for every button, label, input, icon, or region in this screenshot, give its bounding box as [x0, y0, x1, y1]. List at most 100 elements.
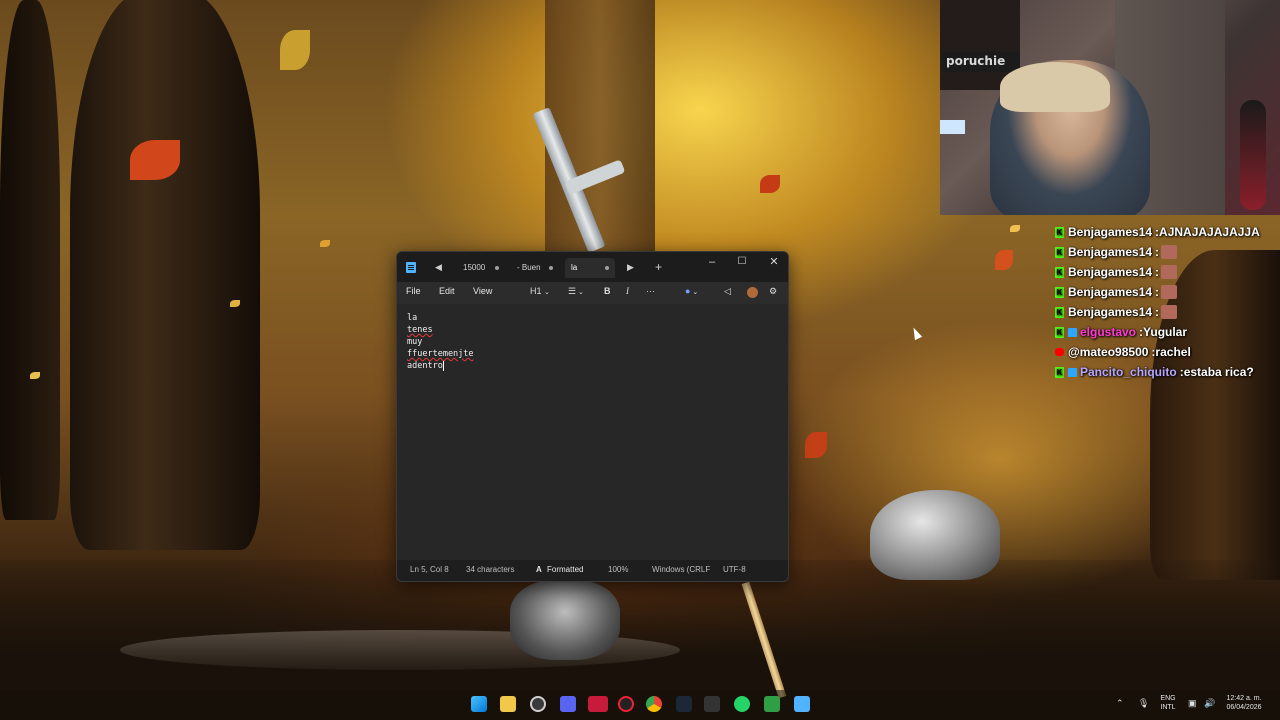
chat-message: K Pancito_chiquito: estaba rica?: [1055, 362, 1280, 382]
wallpaper-leaf: [230, 300, 240, 307]
chat-message: K Benjagames14:: [1055, 242, 1280, 262]
chat-username: Benjagames14: [1068, 305, 1153, 319]
tab-label: 15000: [463, 263, 486, 272]
chat-separator: :: [1155, 305, 1160, 319]
editor-line-text: la: [407, 313, 418, 323]
chat-text: rachel: [1155, 345, 1191, 359]
line-ending[interactable]: Windows (CRLF: [652, 565, 710, 574]
clock[interactable]: 12:42 a. m. 06/04/2026: [1220, 695, 1268, 711]
wallpaper-tree-trunk-left: [70, 0, 260, 550]
tray-chevron-up-icon[interactable]: ⌃: [1116, 698, 1124, 709]
kick-badge-icon: K: [1055, 326, 1064, 338]
copilot-icon[interactable]: ● ⌄: [685, 286, 698, 296]
tab-scroll-left-icon[interactable]: ◀: [435, 260, 442, 274]
language-indicator[interactable]: ENG INTL: [1156, 695, 1180, 711]
chat-overlay: K Benjagames14: AJNAJAJAJAJJA K Benjagames1…: [1055, 222, 1280, 382]
tab-label: - Buen: [517, 263, 541, 272]
tab-label: la: [571, 263, 578, 272]
unsaved-dot-icon: [495, 266, 499, 270]
editor-line-text: ffuertemenjte: [407, 349, 474, 359]
chat-emote-icon: [1161, 245, 1178, 259]
obs-icon[interactable]: [530, 696, 546, 712]
menu-file[interactable]: File: [406, 286, 421, 296]
language-code: ENG: [1160, 695, 1176, 702]
moderator-badge-icon: [1068, 327, 1077, 337]
wallpaper-knight-helmet: [870, 490, 1000, 580]
clock-time: 12:42 a. m.: [1226, 695, 1262, 702]
chat-message: K Benjagames14:: [1055, 262, 1280, 282]
chat-separator: :: [1155, 285, 1160, 299]
character-count: 34 characters: [466, 565, 515, 574]
chat-separator: :: [1155, 245, 1160, 259]
menu-edit[interactable]: Edit: [439, 286, 455, 296]
chat-message: Kelgustavo: Yugular: [1055, 322, 1280, 342]
chat-username: Pancito_chiquito: [1080, 365, 1177, 379]
webcam-lamp: [940, 120, 965, 134]
wallpaper-leaf: [760, 175, 780, 193]
app-icon-green[interactable]: [764, 696, 780, 712]
recording-app-icon[interactable]: [618, 696, 634, 712]
wallpaper-leaf: [1010, 225, 1020, 232]
discord-icon[interactable]: [560, 696, 576, 712]
wallpaper-leaf: [30, 372, 40, 379]
chat-username: Benjagames14: [1068, 265, 1153, 279]
new-tab-plus-icon[interactable]: +: [655, 260, 662, 274]
menu-view[interactable]: View: [473, 286, 492, 296]
webcam-overlay: poruchie: [940, 0, 1280, 215]
moderator-badge-icon: [1068, 367, 1077, 377]
italic-icon[interactable]: I: [626, 286, 629, 296]
editor-line: ffuertemenjte: [407, 348, 778, 360]
unsaved-dot-icon: [549, 266, 553, 270]
tab-scroll-right-icon[interactable]: ▶: [627, 260, 634, 274]
file-explorer-icon[interactable]: [500, 696, 516, 712]
webcam-sign: poruchie: [942, 52, 1020, 72]
editor-line-text: tenes: [407, 325, 433, 335]
wallpaper-leaf: [320, 240, 330, 247]
tab-2[interactable]: - Buen: [511, 258, 559, 278]
chat-message: K Benjagames14: AJNAJAJAJAJJA: [1055, 222, 1280, 242]
cursor-position[interactable]: Ln 5, Col 8: [410, 565, 449, 574]
steam-icon[interactable]: [676, 696, 692, 712]
windows-start-icon[interactable]: [471, 696, 487, 712]
chat-text: AJNAJAJAJAJJA: [1159, 225, 1260, 239]
chat-emote-icon: [1161, 305, 1178, 319]
kick-badge-icon: K: [1055, 306, 1064, 318]
notepad-window[interactable]: ◀ 15000 - Buen la ▶ + – ☐ ✕ File Edit Vi…: [396, 251, 789, 582]
voicemod-icon[interactable]: [588, 696, 608, 712]
kick-badge-icon: K: [1055, 286, 1064, 298]
notepad-taskbar-icon[interactable]: [794, 696, 810, 712]
text-editor-area[interactable]: la tenes muy ffuertemenjte adentro: [397, 304, 788, 562]
chrome-icon[interactable]: [646, 696, 662, 712]
title-bar[interactable]: ◀ 15000 - Buen la ▶ + – ☐ ✕: [397, 252, 788, 282]
kick-badge-icon: K: [1055, 266, 1064, 278]
editor-line-text: adentro: [407, 361, 443, 371]
wallpaper-leaf: [805, 432, 827, 458]
format-a-icon: A: [536, 565, 542, 574]
profile-avatar-icon[interactable]: [747, 287, 758, 298]
maximize-icon[interactable]: ☐: [727, 252, 757, 274]
more-options-icon[interactable]: ···: [646, 286, 655, 296]
minimize-icon[interactable]: –: [697, 252, 727, 274]
clock-date: 06/04/2026: [1226, 704, 1262, 711]
chat-username: Benjagames14: [1068, 285, 1153, 299]
megaphone-icon[interactable]: ◁: [724, 286, 731, 297]
encoding[interactable]: UTF-8: [723, 565, 746, 574]
editor-line: adentro: [407, 360, 778, 372]
close-icon[interactable]: ✕: [759, 252, 788, 274]
settings-gear-icon[interactable]: ⚙: [769, 286, 777, 297]
microphone-icon[interactable]: 🎙: [1138, 698, 1149, 709]
list-icon[interactable]: ☰ ⌄: [568, 286, 584, 297]
format-toggle[interactable]: A Formatted: [536, 565, 583, 574]
tab-1[interactable]: 15000: [457, 258, 505, 278]
editor-line: la: [407, 312, 778, 324]
network-icon[interactable]: ▣: [1188, 698, 1197, 709]
heading-dropdown[interactable]: H1 ⌄: [530, 286, 550, 296]
zoom-level[interactable]: 100%: [608, 565, 628, 574]
volume-icon[interactable]: 🔊: [1204, 698, 1215, 709]
tab-3-active[interactable]: la: [565, 258, 615, 278]
bold-icon[interactable]: B: [604, 286, 611, 296]
chat-message: K Benjagames14:: [1055, 302, 1280, 322]
webcam-guitar: [1240, 100, 1266, 210]
app-icon-dark[interactable]: [704, 696, 720, 712]
whatsapp-icon[interactable]: [734, 696, 750, 712]
